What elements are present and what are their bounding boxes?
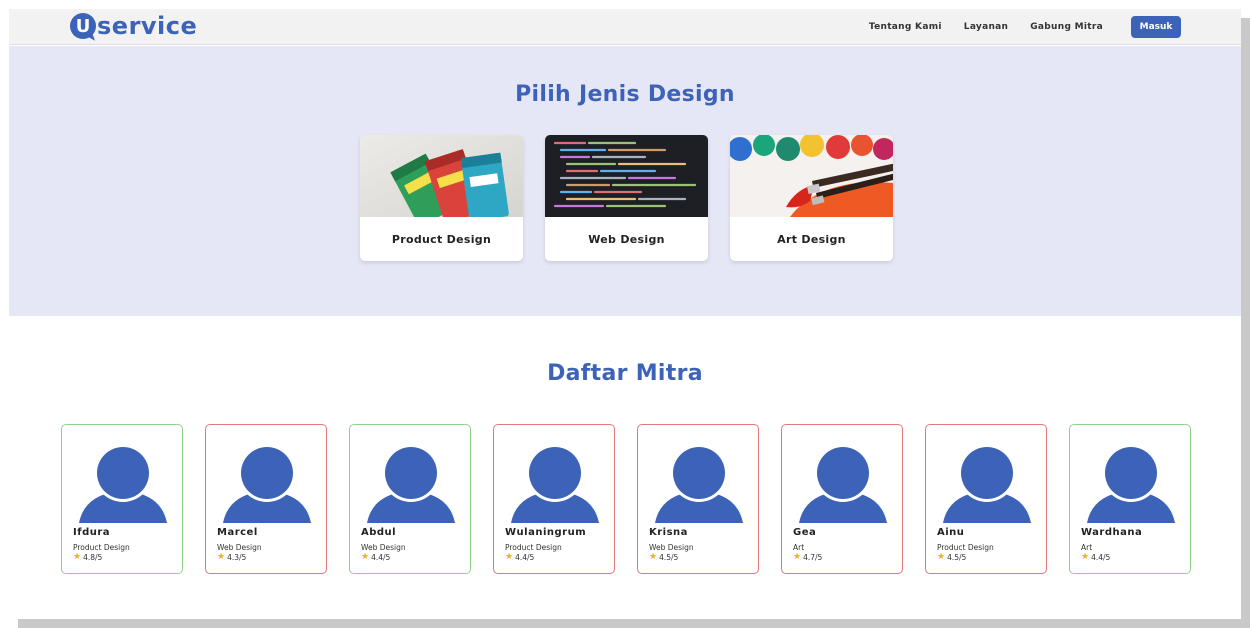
partner-category: Product Design [73,543,130,552]
partner-rating: ★ 4.4/5 [1081,552,1111,563]
user-avatar-icon [799,444,887,523]
star-icon: ★ [505,552,514,562]
logo-text: service [97,12,198,40]
partner-category: Web Design [649,543,694,552]
page-frame: U service Tentang Kami Layanan Gabung Mi… [9,9,1241,619]
top-nav: Tentang Kami Layanan Gabung Mitra Masuk [869,16,1181,38]
partner-rating-value: 4.7/5 [803,553,823,562]
partner-list: Ifdura Product Design ★ 4.8/5 Marcel Web Des… [61,424,1191,574]
partner-name: Wulaningrum [505,527,587,538]
design-card-label: Web Design [588,232,665,246]
user-avatar-icon [79,444,167,523]
design-card-art[interactable]: Art Design [730,135,893,261]
section-title: Pilih Jenis Design [515,82,735,107]
partner-rating: ★ 4.8/5 [73,552,103,563]
partner-card[interactable]: Wulaningrum Product Design ★ 4.4/5 [493,424,615,574]
partner-name: Wardhana [1081,527,1143,538]
star-icon: ★ [793,552,802,562]
star-icon: ★ [1081,552,1090,562]
snack-packages-image [360,135,523,217]
partner-name: Gea [793,527,817,538]
partner-name: Ainu [937,527,965,538]
partner-card[interactable]: Krisna Web Design ★ 4.5/5 [637,424,759,574]
partner-category: Web Design [361,543,406,552]
design-type-cards: Product Design Web Design Art Design [360,135,893,261]
star-icon: ★ [217,552,226,562]
design-card-product[interactable]: Product Design [360,135,523,261]
design-card-label: Product Design [391,232,492,246]
star-icon: ★ [937,552,946,562]
partner-card[interactable]: Wardhana Art ★ 4.4/5 [1069,424,1191,574]
partner-rating-value: 4.5/5 [659,553,679,562]
partner-rating-value: 4.4/5 [371,553,391,562]
partner-rating-value: 4.4/5 [515,553,535,562]
logo-mark: U [70,13,96,39]
login-button[interactable]: Masuk [1131,16,1181,38]
partner-list-title: Daftar Mitra [547,361,703,386]
user-avatar-icon [367,444,455,523]
partner-category: Art [1081,543,1093,552]
partner-rating-value: 4.8/5 [83,553,103,562]
partner-rating: ★ 4.3/5 [217,552,247,563]
partner-card[interactable]: Abdul Web Design ★ 4.4/5 [349,424,471,574]
star-icon: ★ [649,552,658,562]
design-type-section: Pilih Jenis Design Product Design Web De… [9,46,1241,316]
user-avatar-icon [1087,444,1175,523]
logo[interactable]: U service [70,11,197,41]
partner-name: Ifdura [73,527,111,538]
partner-category: Product Design [505,543,562,552]
partner-rating-value: 4.4/5 [1091,553,1111,562]
partner-category: Art [793,543,805,552]
partner-card[interactable]: Ifdura Product Design ★ 4.8/5 [61,424,183,574]
user-avatar-icon [511,444,599,523]
user-avatar-icon [223,444,311,523]
code-screen-image [545,135,708,217]
partner-rating: ★ 4.4/5 [361,552,391,563]
partner-name: Marcel [217,527,258,538]
partner-name: Krisna [649,527,688,538]
user-avatar-icon [943,444,1031,523]
partner-card[interactable]: Ainu Product Design ★ 4.5/5 [925,424,1047,574]
paint-brush-image [730,135,893,217]
partner-rating: ★ 4.7/5 [793,552,823,563]
design-card-label: Art Design [777,232,846,246]
user-avatar-icon [655,444,743,523]
nav-gabung-mitra[interactable]: Gabung Mitra [1030,22,1103,32]
nav-tentang-kami[interactable]: Tentang Kami [869,22,942,32]
header: U service Tentang Kami Layanan Gabung Mi… [9,9,1241,45]
star-icon: ★ [361,552,370,562]
partner-category: Web Design [217,543,262,552]
partner-rating-value: 4.3/5 [227,553,247,562]
nav-layanan[interactable]: Layanan [964,22,1008,32]
partner-rating-value: 4.5/5 [947,553,967,562]
star-icon: ★ [73,552,82,562]
partner-card[interactable]: Gea Art ★ 4.7/5 [781,424,903,574]
partner-card[interactable]: Marcel Web Design ★ 4.3/5 [205,424,327,574]
partner-rating: ★ 4.5/5 [937,552,967,563]
design-card-web[interactable]: Web Design [545,135,708,261]
partner-rating: ★ 4.5/5 [649,552,679,563]
partner-rating: ★ 4.4/5 [505,552,535,563]
partner-name: Abdul [361,527,397,538]
partner-category: Product Design [937,543,994,552]
